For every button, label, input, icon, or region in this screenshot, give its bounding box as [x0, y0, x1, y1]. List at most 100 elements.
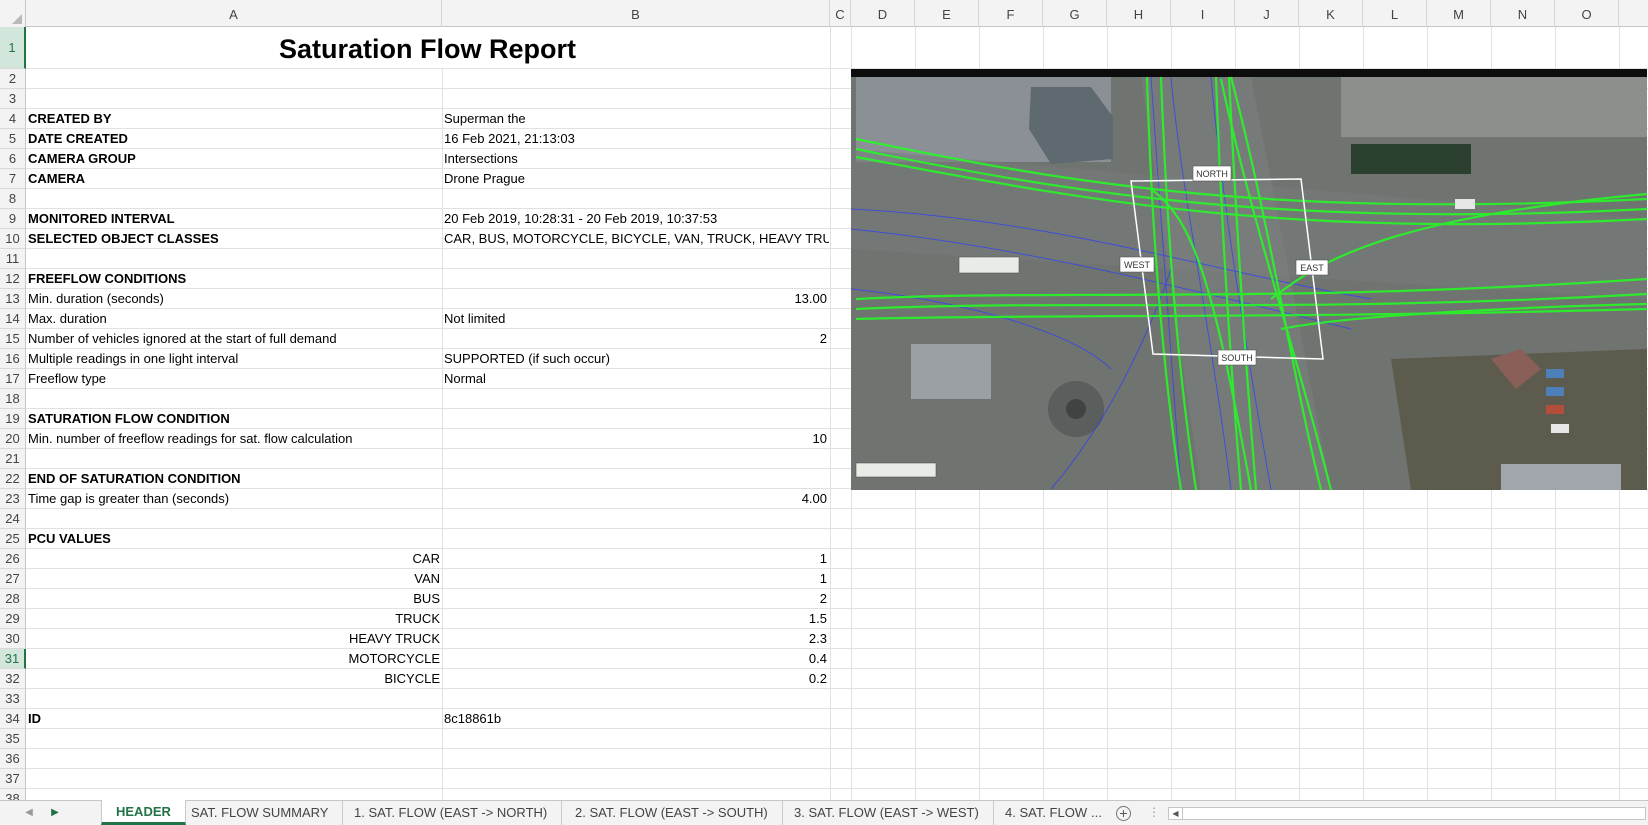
column-header-f[interactable]: F — [979, 0, 1043, 27]
column-header-j[interactable]: J — [1235, 0, 1299, 27]
row-header-24[interactable]: 24 — [0, 509, 26, 529]
value-pcu-bicycle[interactable]: 0.2 — [442, 669, 829, 688]
row-header-7[interactable]: 7 — [0, 169, 26, 189]
row-header-30[interactable]: 30 — [0, 629, 26, 649]
label-pcu-car[interactable]: CAR — [26, 549, 442, 568]
value-selected-object-classes[interactable]: CAR, BUS, MOTORCYCLE, BICYCLE, VAN, TRUC… — [442, 229, 829, 248]
column-header-b[interactable]: B — [442, 0, 830, 27]
row-header-15[interactable]: 15 — [0, 329, 26, 349]
column-header-l[interactable]: L — [1363, 0, 1427, 27]
label-monitored-interval[interactable]: MONITORED INTERVAL — [26, 209, 442, 228]
column-header-a[interactable]: A — [26, 0, 442, 27]
label-min-duration[interactable]: Min. duration (seconds) — [26, 289, 442, 308]
row-header-18[interactable]: 18 — [0, 389, 26, 409]
value-camera-group[interactable]: Intersections — [442, 149, 829, 168]
row-header-10[interactable]: 10 — [0, 229, 26, 249]
scroll-tabs-left-icon[interactable]: ◀ — [22, 806, 36, 820]
column-header-h[interactable]: H — [1107, 0, 1171, 27]
label-multiple-readings[interactable]: Multiple readings in one light interval — [26, 349, 442, 368]
row-header-38[interactable]: 38 — [0, 789, 26, 800]
drone-intersection-image[interactable]: NORTH WEST EAST SOUTH — [851, 69, 1647, 490]
label-selected-object-classes[interactable]: SELECTED OBJECT CLASSES — [26, 229, 442, 248]
label-freeflow-type[interactable]: Freeflow type — [26, 369, 442, 388]
column-header-k[interactable]: K — [1299, 0, 1363, 27]
tab-sat-flow-east-south[interactable]: 2. SAT. FLOW (EAST -> SOUTH) — [561, 801, 783, 825]
column-header-i[interactable]: I — [1171, 0, 1235, 27]
value-freeflow-type[interactable]: Normal — [442, 369, 829, 388]
value-date-created[interactable]: 16 Feb 2021, 21:13:03 — [442, 129, 829, 148]
column-header-c[interactable]: C — [830, 0, 851, 27]
value-multiple-readings[interactable]: SUPPORTED (if such occur) — [442, 349, 829, 368]
label-vehicles-ignored[interactable]: Number of vehicles ignored at the start … — [26, 329, 442, 348]
row-header-35[interactable]: 35 — [0, 729, 26, 749]
row-header-17[interactable]: 17 — [0, 369, 26, 389]
more-sheets-button[interactable]: ... — [1091, 801, 1102, 825]
label-date-created[interactable]: DATE CREATED — [26, 129, 442, 148]
label-id[interactable]: ID — [26, 709, 442, 728]
tab-sat-flow-east-north[interactable]: 1. SAT. FLOW (EAST -> NORTH) — [340, 801, 563, 825]
row-header-22[interactable]: 22 — [0, 469, 26, 489]
scroll-tabs-right-icon[interactable]: ▶ — [48, 806, 62, 820]
tab-sat-flow-4[interactable]: 4. SAT. FLOW — [991, 801, 1091, 825]
value-max-duration[interactable]: Not limited — [442, 309, 829, 328]
value-pcu-car[interactable]: 1 — [442, 549, 829, 568]
row-header-26[interactable]: 26 — [0, 549, 26, 569]
row-header-1[interactable]: 1 — [0, 27, 26, 69]
label-max-duration[interactable]: Max. duration — [26, 309, 442, 328]
tab-sat-flow-summary[interactable]: SAT. FLOW SUMMARY — [177, 801, 344, 825]
row-header-25[interactable]: 25 — [0, 529, 26, 549]
row-header-13[interactable]: 13 — [0, 289, 26, 309]
section-pcu-values[interactable]: PCU VALUES — [26, 529, 442, 548]
label-camera-group[interactable]: CAMERA GROUP — [26, 149, 442, 168]
label-pcu-heavy-truck[interactable]: HEAVY TRUCK — [26, 629, 442, 648]
value-created-by[interactable]: Superman the — [442, 109, 829, 128]
row-header-5[interactable]: 5 — [0, 129, 26, 149]
row-header-11[interactable]: 11 — [0, 249, 26, 269]
row-header-27[interactable]: 27 — [0, 569, 26, 589]
tab-splitter-handle[interactable]: ⋮ — [1148, 805, 1160, 819]
row-header-37[interactable]: 37 — [0, 769, 26, 789]
value-time-gap[interactable]: 4.00 — [442, 489, 829, 508]
row-header-20[interactable]: 20 — [0, 429, 26, 449]
value-pcu-truck[interactable]: 1.5 — [442, 609, 829, 628]
row-header-33[interactable]: 33 — [0, 689, 26, 709]
column-header-m[interactable]: M — [1427, 0, 1491, 27]
scroll-left-arrow-icon[interactable]: ◀ — [1169, 808, 1183, 819]
value-vehicles-ignored[interactable]: 2 — [442, 329, 829, 348]
value-min-duration[interactable]: 13.00 — [442, 289, 829, 308]
row-header-28[interactable]: 28 — [0, 589, 26, 609]
label-min-freeflow-readings[interactable]: Min. number of freeflow readings for sat… — [26, 429, 442, 448]
label-pcu-bicycle[interactable]: BICYCLE — [26, 669, 442, 688]
row-header-23[interactable]: 23 — [0, 489, 26, 509]
report-title[interactable]: Saturation Flow Report — [26, 27, 829, 68]
section-saturation-flow-condition[interactable]: SATURATION FLOW CONDITION — [26, 409, 442, 428]
column-header-e[interactable]: E — [915, 0, 979, 27]
column-header-g[interactable]: G — [1043, 0, 1107, 27]
horizontal-scrollbar[interactable]: ◀ — [1168, 807, 1646, 820]
value-pcu-heavy-truck[interactable]: 2.3 — [442, 629, 829, 648]
label-pcu-truck[interactable]: TRUCK — [26, 609, 442, 628]
label-created-by[interactable]: CREATED BY — [26, 109, 442, 128]
row-header-36[interactable]: 36 — [0, 749, 26, 769]
row-header-14[interactable]: 14 — [0, 309, 26, 329]
label-time-gap[interactable]: Time gap is greater than (seconds) — [26, 489, 442, 508]
row-header-9[interactable]: 9 — [0, 209, 26, 229]
value-min-freeflow-readings[interactable]: 10 — [442, 429, 829, 448]
value-camera[interactable]: Drone Prague — [442, 169, 829, 188]
label-pcu-motorcycle[interactable]: MOTORCYCLE — [26, 649, 442, 668]
tab-sat-flow-east-west[interactable]: 3. SAT. FLOW (EAST -> WEST) — [780, 801, 994, 825]
row-header-16[interactable]: 16 — [0, 349, 26, 369]
label-camera[interactable]: CAMERA — [26, 169, 442, 188]
row-header-31[interactable]: 31 — [0, 649, 26, 669]
row-header-2[interactable]: 2 — [0, 69, 26, 89]
add-sheet-icon[interactable]: + — [1116, 806, 1131, 821]
row-header-8[interactable]: 8 — [0, 189, 26, 209]
section-end-of-saturation[interactable]: END OF SATURATION CONDITION — [26, 469, 442, 488]
worksheet-grid[interactable]: A B C D E F G H I J K L M N O 1 Saturati… — [0, 0, 1648, 800]
row-header-34[interactable]: 34 — [0, 709, 26, 729]
value-id[interactable]: 8c18861b — [442, 709, 829, 728]
row-header-29[interactable]: 29 — [0, 609, 26, 629]
row-header-19[interactable]: 19 — [0, 409, 26, 429]
value-pcu-bus[interactable]: 2 — [442, 589, 829, 608]
select-all-corner[interactable] — [0, 0, 26, 27]
